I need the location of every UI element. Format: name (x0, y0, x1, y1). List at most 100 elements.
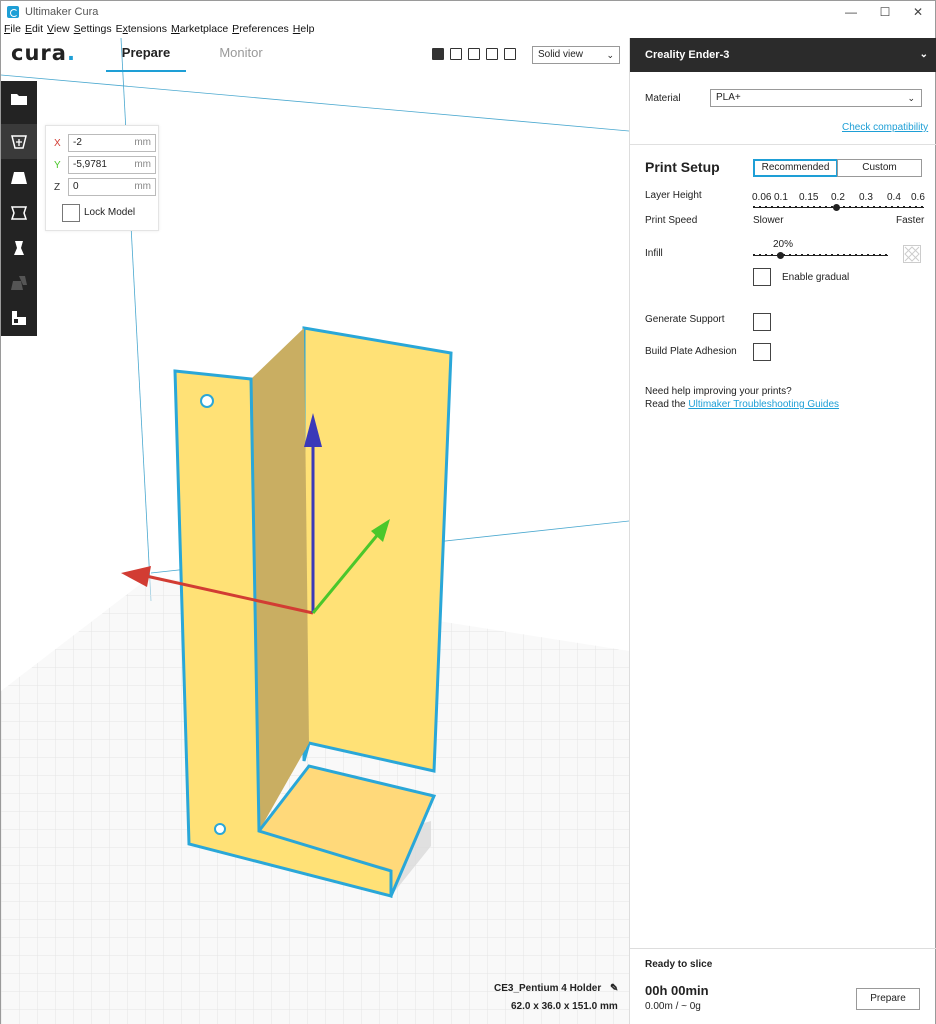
infill-value: 20% (773, 239, 794, 250)
layer-tick-label: 0.3 (859, 192, 873, 203)
menu-item-text: ile (10, 23, 21, 35)
build-plate-adhesion-checkbox[interactable] (753, 343, 771, 361)
slider-tick (885, 254, 887, 256)
slider-tick (807, 254, 809, 256)
logo-dot: . (66, 41, 76, 65)
tab-prepare[interactable]: Prepare (106, 45, 186, 72)
view-mode-dropdown[interactable]: Solid view ⌄ (532, 46, 620, 64)
menu-item[interactable]: View (47, 23, 70, 38)
left-view-icon[interactable] (486, 48, 498, 60)
view-mode-value: Solid view (538, 49, 584, 60)
y-position-input[interactable]: -5,9781 mm (68, 156, 156, 174)
y-label: Y (54, 159, 61, 171)
minimize-icon[interactable]: — (834, 1, 868, 23)
infill-knob[interactable] (777, 252, 784, 259)
menu-bar: File Edit View Settings Extensions Marketplac… (1, 23, 935, 38)
z-value: 0 (73, 181, 79, 192)
build-plate-adhesion-label: Build Plate Adhesion (645, 346, 737, 357)
rotate-tool-button[interactable] (1, 195, 37, 230)
front-view-icon[interactable] (450, 48, 462, 60)
maximize-icon[interactable]: ☐ (868, 1, 902, 23)
menu-item[interactable]: Preferences (232, 23, 289, 38)
slider-tick (771, 254, 773, 256)
slider-tick (879, 206, 881, 208)
material-usage: 0.00m / ~ 0g (645, 1001, 701, 1012)
infill-label: Infill (645, 248, 663, 259)
slider-tick (819, 254, 821, 256)
menu-item-text: references (239, 23, 289, 35)
material-value: PLA+ (716, 92, 741, 103)
right-view-icon[interactable] (504, 48, 516, 60)
per-model-settings-icon (11, 275, 27, 290)
left-toolbar (1, 81, 37, 336)
model-wall-inner (251, 328, 309, 831)
slider-tick (921, 206, 923, 208)
slider-tick (801, 254, 803, 256)
menu-item[interactable]: Marketplace (171, 23, 228, 38)
chevron-down-icon: ⌄ (606, 50, 614, 60)
print-speed-label: Print Speed (645, 215, 698, 226)
slider-tick (765, 254, 767, 256)
menu-item-accel: V (47, 23, 54, 35)
slider-tick (891, 206, 893, 208)
menu-item[interactable]: File (4, 23, 21, 38)
material-dropdown[interactable]: PLA+ ⌄ (710, 89, 922, 107)
slider-tick (903, 206, 905, 208)
screw-hole (200, 394, 214, 408)
layer-tick-label: 0.06 (752, 192, 772, 203)
menu-item-text: tensions (127, 23, 167, 35)
move-panel: X -2 mm Y -5,9781 mm Z 0 mm Lock Model (45, 125, 159, 231)
move-icon (11, 134, 27, 149)
tab-monitor[interactable]: Monitor (201, 45, 281, 72)
menu-item[interactable]: Settings (74, 23, 112, 38)
slider-tick (837, 254, 839, 256)
close-icon[interactable]: ✕ (901, 1, 935, 23)
slider-tick (771, 206, 773, 208)
layer-height-knob[interactable] (833, 204, 840, 211)
lock-model-checkbox[interactable] (62, 204, 80, 222)
recommended-button[interactable]: Recommended (753, 159, 838, 177)
prepare-button[interactable]: Prepare (856, 988, 920, 1010)
3d-view-icon[interactable] (432, 48, 444, 60)
x-unit: mm (134, 137, 151, 148)
camera-view-buttons (432, 48, 522, 60)
menu-item[interactable]: Edit (25, 23, 43, 38)
folder-icon (11, 93, 27, 105)
edit-pencil-icon[interactable]: ✎ (610, 983, 618, 994)
menu-item-accel: M (170, 23, 180, 35)
support-blocker-button[interactable] (1, 300, 37, 335)
help-read-the: Read the (645, 399, 689, 410)
title-bar: Ultimaker Cura (1, 1, 935, 23)
slider-tick (831, 254, 833, 256)
slider-tick (843, 254, 845, 256)
menu-item-text: iew (53, 23, 70, 35)
scale-tool-button[interactable] (1, 160, 37, 195)
x-row: X -2 mm (54, 134, 156, 152)
enable-gradual-checkbox[interactable] (753, 268, 771, 286)
slider-tick (885, 206, 887, 208)
slider-tick (855, 206, 857, 208)
z-position-input[interactable]: 0 mm (68, 178, 156, 196)
open-file-button[interactable] (1, 81, 37, 116)
rotate-icon (10, 205, 28, 220)
slider-tick (879, 254, 881, 256)
per-model-settings-button[interactable] (1, 265, 37, 300)
generate-support-checkbox[interactable] (753, 313, 771, 331)
slider-tick (861, 254, 863, 256)
x-position-input[interactable]: -2 mm (68, 134, 156, 152)
slider-tick (783, 206, 785, 208)
menu-item[interactable]: Extensions (116, 23, 167, 38)
printer-selector[interactable]: Creality Ender-3 ⌄ (630, 38, 936, 72)
help-text: Need help improving your prints? (645, 386, 792, 397)
slider-tick (861, 206, 863, 208)
check-compatibility-link[interactable]: Check compatibility (842, 122, 928, 133)
model-wall-right (302, 326, 453, 773)
menu-item[interactable]: Help (293, 23, 315, 38)
troubleshooting-guides-link[interactable]: Ultimaker Troubleshooting Guides (688, 399, 839, 410)
layer-height-label: Layer Height (645, 190, 702, 201)
move-tool-button[interactable] (1, 124, 37, 159)
mirror-tool-button[interactable] (1, 230, 37, 265)
x-axis-arrow (121, 566, 151, 587)
top-view-icon[interactable] (468, 48, 480, 60)
custom-button[interactable]: Custom (837, 159, 922, 177)
